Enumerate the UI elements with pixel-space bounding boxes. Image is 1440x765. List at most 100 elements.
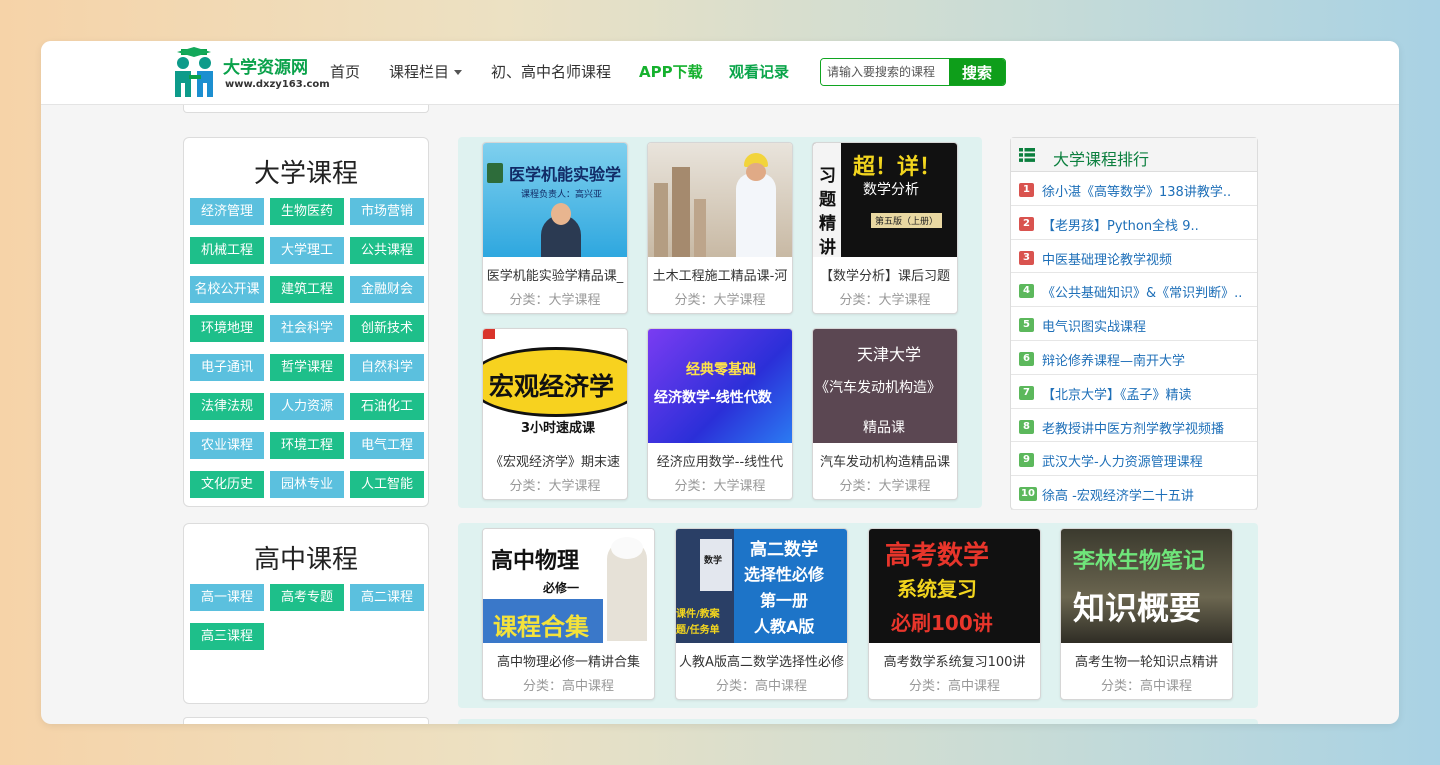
cover-title: 李林生物笔记 [1073,549,1206,574]
ranking-item[interactable]: 10 徐高 -宏观经济学二十五讲 [1011,476,1257,510]
category-tag[interactable]: 市场营销 [350,198,424,225]
category-tag[interactable]: 电子通讯 [190,354,264,381]
chevron-down-icon [454,70,463,75]
category-tag[interactable]: 高考专题 [270,584,344,611]
ranking-item[interactable]: 8 老教授讲中医方剂学教学视频播 [1011,409,1257,443]
ranking-item[interactable]: 2 【老男孩】Python全栈 9.. [1011,206,1257,240]
category-tag[interactable]: 高三课程 [190,623,264,650]
cover-school: 天津大学 [857,345,922,364]
category-tag[interactable]: 名校公开课 [190,276,264,303]
category-tag[interactable]: 人力资源 [270,393,344,420]
category-tag[interactable]: 公共课程 [350,237,424,264]
category-tag[interactable]: 经济管理 [190,198,264,225]
course-card[interactable]: 经典零基础 经济数学-线性代数 经济应用数学--线性代 分类：大学课程 [647,328,793,500]
category-tag[interactable]: 创新技术 [350,315,424,342]
nav-course-columns-label: 课程栏目 [389,63,450,81]
cover-vertical-char: 精 [819,214,836,234]
category-tag[interactable]: 人工智能 [350,471,424,498]
next-courses-panel-edge [458,719,1258,724]
course-thumbnail: 习 题 精 讲 超！详！ 数学分析 第五版（上册） [813,143,957,257]
nav-watch-history[interactable]: 观看记录 [729,61,789,82]
ranking-item-title: 武汉大学-人力资源管理课程 [1042,455,1203,471]
rank-number-badge: 8 [1019,419,1034,434]
course-card[interactable]: 土木工程施工精品课-河 分类：大学课程 [647,142,793,314]
ranking-item[interactable]: 6 辩论修养课程—南开大学 [1011,341,1257,375]
course-category: 分类：高中课程 [522,679,614,694]
category-tag[interactable]: 电气工程 [350,432,424,459]
course-category: 分类：大学课程 [674,479,766,494]
ranking-item[interactable]: 4 《公共基础知识》&《常识判断》.. [1011,273,1257,308]
category-tag[interactable]: 法律法规 [190,393,264,420]
cover-subtitle: 3小时速成课 [521,421,596,436]
course-card[interactable]: 医学机能实验学 课程负责人：高兴亚 医学机能实验学精品课_ 分类：大学课程 [482,142,628,314]
category-tag[interactable]: 社会科学 [270,315,344,342]
nav-home[interactable]: 首页 [330,61,360,82]
university-category-box: 大学课程 经济管理 生物医药 市场营销 机械工程 大学理工 公共课程 名校公开课 建筑工程 金融… [183,137,429,507]
cover-edition: 人教A版 [754,617,815,636]
cover-subtitle: 精品课 [863,420,905,436]
category-tag[interactable]: 石油化工 [350,393,424,420]
category-tag[interactable]: 文化历史 [190,471,264,498]
cover-volume: 第一册 [760,591,809,610]
category-tag[interactable]: 高二课程 [350,584,424,611]
category-tag[interactable]: 园林专业 [270,471,344,498]
course-ranking: 大学课程排行 1 徐小湛《高等数学》138讲教学.. 2 【老男孩】Python全栈 … [1010,137,1258,510]
course-category: 分类：大学课程 [509,293,601,308]
ranking-title: 大学课程排行 [1053,150,1150,169]
ranking-list: 1 徐小湛《高等数学》138讲教学.. 2 【老男孩】Python全栈 9.. 3 中医基… [1011,172,1257,510]
cover-edition: 第五版（上册） [871,213,943,228]
rank-number-badge: 6 [1019,351,1034,366]
category-tag[interactable]: 高一课程 [190,584,264,611]
category-tag[interactable]: 农业课程 [190,432,264,459]
course-title: 土木工程施工精品课-河 [652,269,788,284]
rank-number-badge: 3 [1019,250,1034,265]
highschool-tag-grid: 高一课程 高考专题 高二课程高三课程 [190,584,424,650]
course-card[interactable]: 高考数学 系统复习 必刷100讲 高考数学系统复习100讲 分类：高中课程 [868,528,1041,700]
ranking-item[interactable]: 9 武汉大学-人力资源管理课程 [1011,442,1257,477]
ranking-item-title: 【北京大学】《孟子》精读 [1042,387,1192,403]
category-tag[interactable]: 环境工程 [270,432,344,459]
course-card[interactable]: 高中物理 必修一 课程合集 高中物理必修一精讲合集 分类：高中课程 [482,528,655,700]
highschool-category-title: 高中课程 [253,545,358,575]
course-card[interactable]: 数学 高二数学 选择性必修 第一册 人教A版 课件/教案 题/任务单 人教A版高… [675,528,848,700]
category-tag[interactable]: 大学理工 [270,237,344,264]
course-thumbnail: 高考数学 系统复习 必刷100讲 [869,529,1040,643]
category-tag[interactable]: 建筑工程 [270,276,344,303]
course-thumbnail: 高中物理 必修一 课程合集 [483,529,654,643]
category-tag[interactable]: 环境地理 [190,315,264,342]
category-tag[interactable]: 自然科学 [350,354,424,381]
cover-subtitle: 经济数学-线性代数 [654,390,772,406]
ranking-item-title: 老教授讲中医方剂学教学视频播 [1042,421,1225,437]
ranking-item[interactable]: 5 电气识图实战课程 [1011,307,1257,341]
university-tag-grid: 经济管理 生物医药 市场营销机械工程 大学理工 公共课程名校公开课 建筑工程 金融财会环境地… [190,198,424,498]
ranking-item[interactable]: 1 徐小湛《高等数学》138讲教学.. [1011,172,1257,206]
category-tag[interactable]: 生物医药 [270,198,344,225]
cover-title: 高二数学 [750,540,818,560]
cover-book-label: 数学 [704,556,723,566]
nav-app-download[interactable]: APP下载 [639,61,703,82]
course-card[interactable]: 习 题 精 讲 超！详！ 数学分析 第五版（上册） 【数学分析】课后习题 分类：… [812,142,958,314]
search-button[interactable]: 搜索 [949,59,1005,85]
category-tag[interactable]: 金融财会 [350,276,424,303]
previous-section-edge [183,105,429,113]
course-category: 分类：高中课程 [1100,679,1192,694]
ranking-item[interactable]: 3 中医基础理论教学视频 [1011,240,1257,274]
nav-teacher-courses[interactable]: 初、高中名师课程 [491,61,611,82]
cover-title: 《汽车发动机构造》 [815,380,941,396]
nav-course-columns[interactable]: 课程栏目 [389,61,463,82]
rank-number-badge: 1 [1019,183,1034,197]
ranking-item[interactable]: 7 【北京大学】《孟子》精读 [1011,375,1257,409]
cover-subtitle: 数学分析 [863,182,919,198]
search-input[interactable] [821,59,949,85]
site-logo[interactable]: 大学资源网 www.dxzy163.com [171,47,330,99]
category-tag[interactable]: 机械工程 [190,237,264,264]
course-card[interactable]: 天津大学 《汽车发动机构造》 精品课 汽车发动机构造精品课 分类：大学课程 [812,328,958,500]
browser-window: 大学资源网 www.dxzy163.com 首页 课程栏目 初、高中名师课程 A… [41,41,1399,724]
course-card[interactable]: 李林生物笔记 知识概要 高考生物一轮知识点精讲 分类：高中课程 [1060,528,1233,700]
category-tag[interactable]: 哲学课程 [270,354,344,381]
ranking-item-title: 辩论修养课程—南开大学 [1042,353,1186,369]
ranking-item-title: 【老男孩】Python全栈 9.. [1042,218,1199,234]
rank-number-badge: 4 [1019,284,1034,299]
course-category: 分类：高中课程 [715,679,807,694]
course-card[interactable]: 宏观经济学 3小时速成课 《宏观经济学》期末速 分类：大学课程 [482,328,628,500]
